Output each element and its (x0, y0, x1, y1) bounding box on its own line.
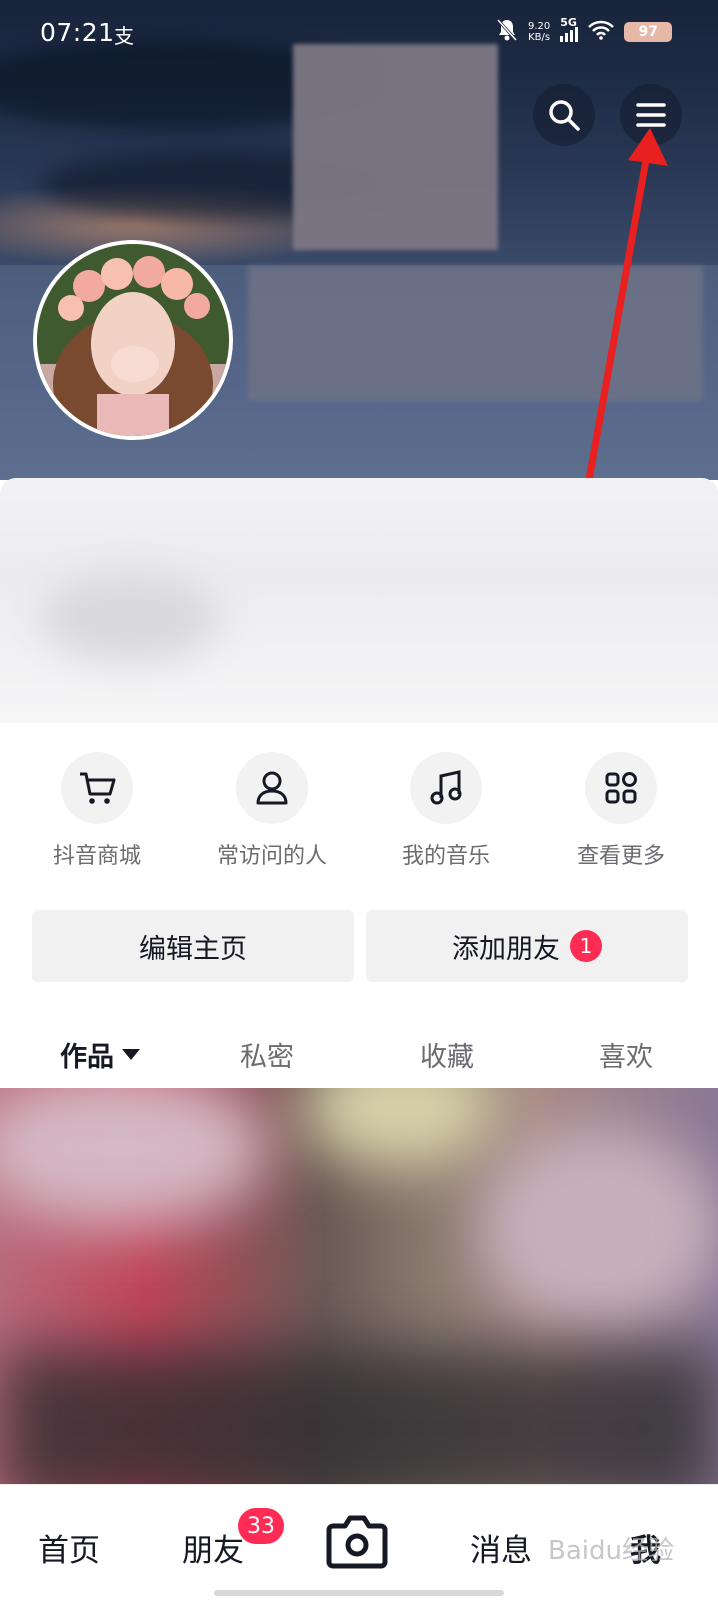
profile-info-card (0, 478, 718, 723)
tab-label: 收藏 (420, 1042, 474, 1073)
annotation-arrow (580, 128, 668, 512)
tab-likes[interactable]: 喜欢 (599, 1035, 653, 1074)
battery-icon: 97 (624, 22, 673, 42)
home-indicator[interactable] (214, 1590, 504, 1596)
status-right-cluster: 9.20 KB/s 5G 97 (496, 16, 673, 46)
music-note-icon (410, 752, 482, 824)
net-speed: 9.20 KB/s (528, 21, 550, 43)
add-friend-badge: 1 (570, 930, 602, 962)
quick-entry-mall[interactable]: 抖音商城 (22, 752, 172, 870)
add-friend-label: 添加朋友 (452, 933, 560, 965)
quick-entry-more[interactable]: 查看更多 (546, 752, 696, 870)
camera-button[interactable] (325, 1512, 389, 1576)
avatar[interactable] (33, 240, 233, 440)
caret-down-icon (122, 1048, 140, 1060)
add-friend-button[interactable]: 添加朋友 1 (366, 910, 688, 982)
edit-profile-label: 编辑主页 (139, 933, 247, 965)
status-app-icon: 支 (114, 24, 134, 48)
wifi-icon (588, 20, 615, 44)
tab-label: 作品 (60, 1042, 114, 1073)
tab-favorites[interactable]: 收藏 (420, 1035, 474, 1074)
nav-friends[interactable]: 朋友 (182, 1525, 244, 1570)
blurred-thumbnail (480, 1128, 718, 1328)
tab-label: 喜欢 (599, 1042, 653, 1073)
net-speed-unit: KB/s (528, 32, 551, 43)
quick-entry-label: 常访问的人 (216, 844, 327, 869)
network-type: 5G (560, 16, 577, 29)
avatar-image (37, 244, 229, 436)
quick-entry-label: 查看更多 (576, 844, 665, 869)
blurred-thumbnail (300, 1088, 500, 1168)
signal-icon: 5G (560, 16, 579, 42)
tab-private[interactable]: 私密 (240, 1035, 294, 1074)
grid-more-icon (585, 752, 657, 824)
cart-icon (61, 752, 133, 824)
tab-label: 私密 (240, 1042, 294, 1073)
nav-messages[interactable]: 消息 (470, 1525, 532, 1570)
quick-entry-frequent-visitors[interactable]: 常访问的人 (197, 752, 347, 870)
baidu-watermark: Baidu经验 (548, 1536, 674, 1566)
camera-icon (326, 1515, 388, 1569)
tab-works[interactable]: 作品 (60, 1035, 140, 1074)
person-icon (236, 752, 308, 824)
edit-profile-button[interactable]: 编辑主页 (32, 910, 354, 982)
blurred-region (293, 44, 498, 250)
quick-entry-my-music[interactable]: 我的音乐 (371, 752, 521, 870)
nav-home[interactable]: 首页 (38, 1525, 100, 1570)
blurred-thumbnail (0, 1348, 718, 1484)
status-time: 07:21 (40, 18, 115, 47)
quick-entry-label: 我的音乐 (401, 844, 490, 869)
net-speed-value: 9.20 (528, 21, 551, 32)
quick-entry-label: 抖音商城 (52, 844, 141, 869)
video-grid[interactable] (0, 1088, 718, 1484)
blurred-thumbnail (0, 1088, 270, 1228)
friends-badge: 33 (238, 1508, 284, 1544)
mute-bell-icon (496, 18, 518, 46)
blurred-region (40, 573, 220, 663)
